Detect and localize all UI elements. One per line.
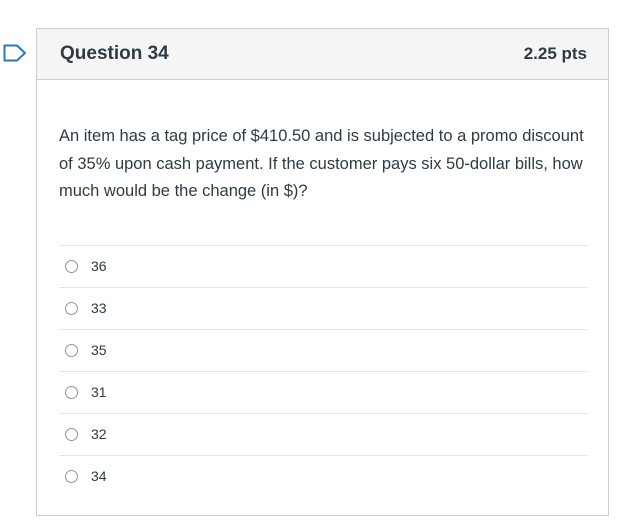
answer-option[interactable]: 36	[59, 246, 587, 288]
radio-button[interactable]	[65, 427, 78, 441]
flag-question-icon[interactable]	[3, 44, 27, 62]
answer-option[interactable]: 34	[59, 456, 587, 497]
question-points: 2.25 pts	[523, 44, 587, 63]
answer-label: 31	[91, 384, 107, 400]
question-title: Question 34	[60, 43, 169, 64]
question-body: An item has a tag price of $410.50 and i…	[37, 80, 608, 497]
answer-label: 32	[91, 426, 107, 442]
question-prompt: An item has a tag price of $410.50 and i…	[59, 127, 584, 200]
answer-label: 34	[91, 468, 107, 484]
question-card: Question 34 2.25 pts An item has a tag p…	[36, 28, 609, 516]
answer-option[interactable]: 35	[59, 330, 587, 372]
radio-button[interactable]	[65, 259, 78, 273]
radio-button[interactable]	[65, 469, 78, 483]
answer-label: 33	[91, 300, 107, 316]
answer-option[interactable]: 32	[59, 414, 587, 456]
answer-list: 36 33 35 31 32 34	[59, 244, 587, 497]
answer-option[interactable]: 33	[59, 288, 587, 330]
answer-label: 36	[91, 258, 107, 274]
radio-button[interactable]	[65, 343, 78, 357]
answer-label: 35	[91, 342, 107, 358]
radio-button[interactable]	[65, 301, 78, 315]
answer-option[interactable]: 31	[59, 372, 587, 414]
radio-button[interactable]	[65, 385, 78, 399]
question-header: Question 34 2.25 pts	[37, 29, 608, 80]
